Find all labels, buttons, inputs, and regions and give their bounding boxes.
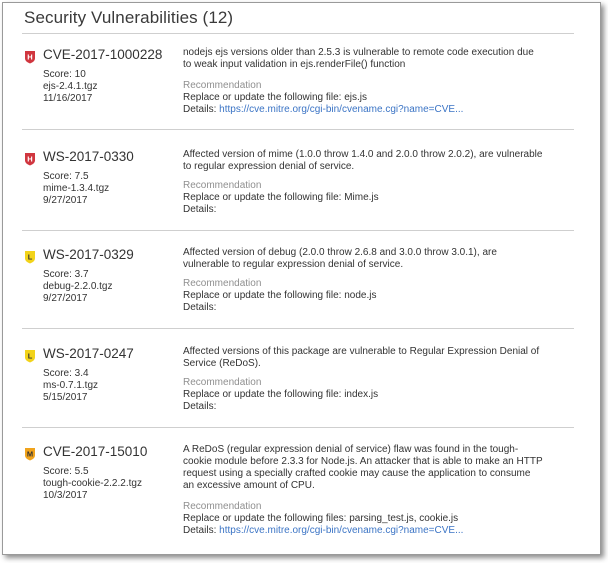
details-label: Details:	[183, 525, 217, 536]
package-name: mime-1.3.4.tgz	[43, 183, 110, 194]
vulnerability-id: WS-2017-0247	[43, 346, 134, 361]
severity-medium-icon: M	[24, 447, 36, 461]
details-row: Details:	[183, 302, 376, 314]
recommendation-label: Recommendation	[183, 377, 262, 388]
details-label: Details:	[183, 401, 217, 412]
vulnerability-meta: Score: 7.5 mime-1.3.4.tgz 9/27/2017	[43, 171, 109, 207]
panel-title: Security Vulnerabilities (12)	[24, 8, 234, 27]
recommendation-block: Recommendation Replace or update the fol…	[183, 278, 376, 314]
details-row: Details: https://cve.mitre.org/cgi-bin/c…	[183, 104, 463, 116]
recommendation-label: Recommendation	[183, 501, 262, 512]
vulnerability-description: Affected version of debug (2.0.0 throw 2…	[183, 247, 497, 270]
score-text: Score: 3.4	[43, 368, 89, 379]
package-name: ejs-2.4.1.tgz	[43, 81, 98, 92]
score-text: Score: 10	[43, 69, 86, 80]
recommendation-block: Recommendation Replace or update the fol…	[183, 501, 463, 537]
published-date: 11/16/2017	[43, 93, 93, 104]
details-link[interactable]: https://cve.mitre.org/cgi-bin/cvename.cg…	[219, 525, 463, 536]
published-date: 9/27/2017	[43, 195, 88, 206]
svg-text:L: L	[28, 352, 33, 361]
recommendation-label: Recommendation	[183, 278, 262, 289]
vulnerability-description: A ReDoS (regular expression denial of se…	[183, 444, 543, 491]
details-label: Details:	[183, 104, 217, 115]
vulnerability-meta: Score: 3.7 debug-2.2.0.tgz 9/27/2017	[43, 269, 113, 305]
recommendation-text: Replace or update the following file: no…	[183, 290, 377, 301]
package-name: ms-0.7.1.tgz	[43, 380, 99, 391]
divider	[22, 328, 574, 329]
recommendation-text: Replace or update the following file: Mi…	[183, 192, 379, 203]
severity-high-icon: H	[24, 50, 36, 64]
published-date: 10/3/2017	[43, 490, 88, 501]
published-date: 9/27/2017	[43, 293, 88, 304]
divider	[22, 427, 574, 428]
vulnerability-description: nodejs ejs versions older than 2.5.3 is …	[183, 47, 534, 70]
details-row: Details:	[183, 401, 378, 413]
recommendation-text: Replace or update the following files: p…	[183, 513, 459, 524]
package-name: tough-cookie-2.2.2.tgz	[43, 478, 142, 489]
recommendation-block: Recommendation Replace or update the fol…	[183, 377, 378, 413]
vulnerability-meta: Score: 5.5 tough-cookie-2.2.2.tgz 10/3/2…	[43, 466, 142, 502]
severity-low-icon: L	[24, 349, 36, 363]
divider	[22, 129, 574, 130]
severity-low-icon: L	[24, 250, 36, 264]
svg-text:H: H	[27, 53, 32, 62]
score-text: Score: 3.7	[43, 269, 89, 280]
score-text: Score: 5.5	[43, 466, 89, 477]
package-name: debug-2.2.0.tgz	[43, 281, 113, 292]
details-link[interactable]: https://cve.mitre.org/cgi-bin/cvename.cg…	[219, 104, 463, 115]
vulnerability-id: CVE-2017-1000228	[43, 47, 163, 62]
vulnerability-meta: Score: 3.4 ms-0.7.1.tgz 5/15/2017	[43, 368, 98, 404]
svg-text:H: H	[27, 155, 32, 164]
vulnerability-id: WS-2017-0330	[43, 149, 134, 164]
recommendation-label: Recommendation	[183, 180, 262, 191]
divider	[22, 33, 574, 34]
recommendation-block: Recommendation Replace or update the fol…	[183, 180, 379, 216]
vulnerability-description: Affected versions of this package are vu…	[183, 346, 540, 369]
published-date: 5/15/2017	[43, 392, 88, 403]
recommendation-text: Replace or update the following file: in…	[183, 389, 379, 400]
recommendation-block: Recommendation Replace or update the fol…	[183, 80, 463, 116]
severity-high-icon: H	[24, 152, 36, 166]
svg-text:M: M	[27, 450, 33, 459]
vulnerability-description: Affected version of mime (1.0.0 throw 1.…	[183, 149, 543, 172]
details-row: Details:	[183, 204, 379, 216]
vulnerability-id: WS-2017-0329	[43, 247, 134, 262]
details-row: Details: https://cve.mitre.org/cgi-bin/c…	[183, 525, 463, 537]
security-vulnerabilities-panel: Security Vulnerabilities (12) H CVE-2017…	[2, 2, 601, 555]
details-label: Details:	[183, 204, 217, 215]
recommendation-label: Recommendation	[183, 80, 262, 91]
divider	[22, 230, 574, 231]
svg-text:L: L	[28, 253, 33, 262]
score-text: Score: 7.5	[43, 171, 89, 182]
details-label: Details:	[183, 302, 217, 313]
recommendation-text: Replace or update the following file: ej…	[183, 92, 367, 103]
vulnerability-meta: Score: 10 ejs-2.4.1.tgz 11/16/2017	[43, 69, 97, 105]
vulnerability-id: CVE-2017-15010	[43, 444, 148, 459]
